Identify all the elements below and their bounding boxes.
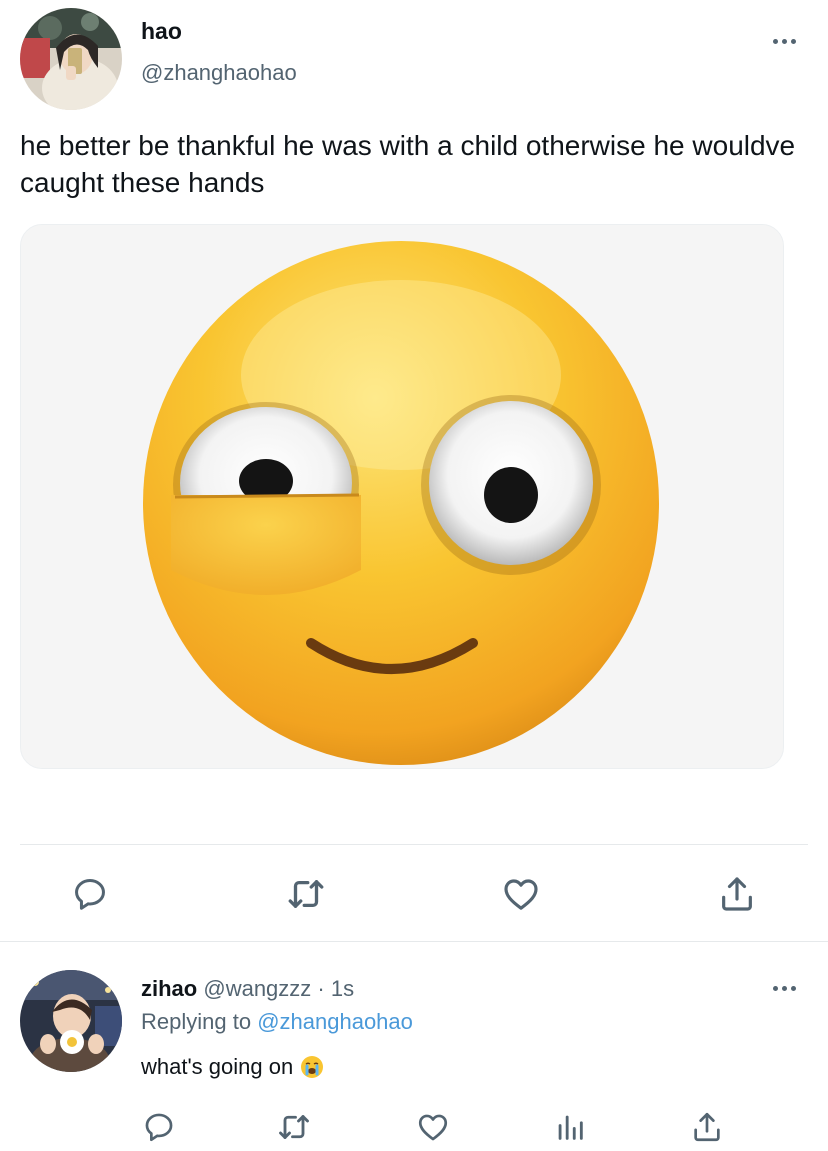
analytics-icon <box>558 1115 583 1140</box>
reply-separator: · <box>317 976 325 1001</box>
like-icon <box>418 1114 448 1141</box>
reply-text-row: what's going on <box>141 1054 324 1080</box>
share-button[interactable] <box>713 870 761 918</box>
retweet-icon <box>288 880 324 908</box>
author-handle[interactable]: @zhanghaohao <box>141 60 297 86</box>
reply-avatar[interactable] <box>20 970 122 1072</box>
author-avatar[interactable] <box>20 8 122 110</box>
reply-like-button[interactable] <box>413 1107 453 1147</box>
reply-icon <box>145 1113 173 1142</box>
action-bar-divider-top <box>20 844 808 845</box>
replying-to-handle[interactable]: @zhanghaohao <box>257 1009 413 1034</box>
replying-to: Replying to @zhanghaohao <box>141 1009 413 1035</box>
share-icon <box>694 1112 720 1142</box>
reply-retweet-button[interactable] <box>274 1107 314 1147</box>
retweet-button[interactable] <box>282 870 330 918</box>
reply-analytics-button[interactable] <box>550 1107 590 1147</box>
reply-share-button[interactable] <box>687 1107 727 1147</box>
tweet-media[interactable] <box>20 224 784 769</box>
reply-reply-button[interactable] <box>139 1107 179 1147</box>
reply-author-name[interactable]: zihao <box>141 976 197 1001</box>
reply-text: what's going on <box>141 1054 294 1079</box>
reply-more-dots-icon[interactable] <box>773 986 796 991</box>
share-icon <box>722 877 752 911</box>
side-eye-emoji-icon <box>21 225 783 768</box>
like-button[interactable] <box>497 870 545 918</box>
reply-time[interactable]: 1s <box>331 976 354 1001</box>
retweet-icon <box>279 1115 309 1139</box>
replying-to-prefix: Replying to <box>141 1009 252 1034</box>
reply-header: zihao @wangzzz · 1s <box>141 976 354 1002</box>
tweet-divider <box>0 941 828 942</box>
reply-button[interactable] <box>66 870 114 918</box>
more-dots-icon[interactable] <box>773 39 796 44</box>
tweet-text: he better be thankful he was with a chil… <box>20 130 796 198</box>
author-name[interactable]: hao <box>141 18 182 45</box>
reply-author-handle[interactable]: @wangzzz <box>203 976 311 1001</box>
reply-icon <box>75 879 105 910</box>
loudly-crying-face-emoji-icon <box>301 1056 324 1078</box>
like-icon <box>504 879 538 910</box>
